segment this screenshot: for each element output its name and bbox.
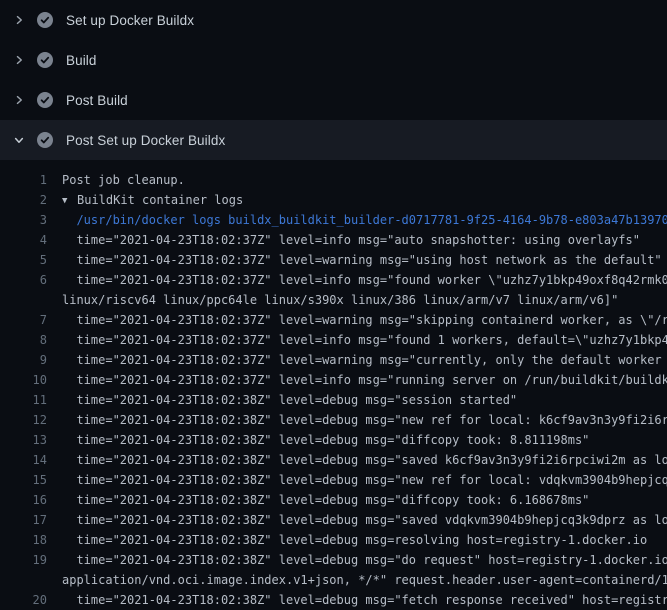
chevron-right-icon xyxy=(13,54,25,66)
log-row: 6 time="2021-04-23T18:02:37Z" level=info… xyxy=(0,270,667,290)
log-row: 12 time="2021-04-23T18:02:38Z" level=deb… xyxy=(0,410,667,430)
log-row: 10 time="2021-04-23T18:02:37Z" level=inf… xyxy=(0,370,667,390)
log-text: time="2021-04-23T18:02:38Z" level=debug … xyxy=(62,510,667,530)
line-number[interactable]: 1 xyxy=(0,170,47,190)
line-number[interactable]: 13 xyxy=(0,430,47,450)
chevron-right-icon xyxy=(13,14,25,26)
step-title: Set up Docker Buildx xyxy=(66,13,194,28)
check-circle-icon xyxy=(37,132,53,148)
log-text: linux/riscv64 linux/ppc64le linux/s390x … xyxy=(62,290,618,310)
log-row: 2 ▼BuildKit container logs xyxy=(0,190,667,210)
log-row: 18 time="2021-04-23T18:02:38Z" level=deb… xyxy=(0,530,667,550)
log-text: /usr/bin/docker logs buildx_buildkit_bui… xyxy=(62,210,667,230)
log-text: time="2021-04-23T18:02:38Z" level=debug … xyxy=(62,450,667,470)
log-row: 4 time="2021-04-23T18:02:37Z" level=info… xyxy=(0,230,667,250)
line-number[interactable]: 16 xyxy=(0,490,47,510)
log-text: time="2021-04-23T18:02:38Z" level=debug … xyxy=(62,470,667,490)
line-number[interactable]: 20 xyxy=(0,590,47,610)
log-text: time="2021-04-23T18:02:37Z" level=info m… xyxy=(62,330,667,350)
line-number[interactable]: 12 xyxy=(0,410,47,430)
log-row: linux/riscv64 linux/ppc64le linux/s390x … xyxy=(0,290,667,310)
log-row: 9 time="2021-04-23T18:02:37Z" level=warn… xyxy=(0,350,667,370)
log-text: time="2021-04-23T18:02:37Z" level=warnin… xyxy=(62,350,667,370)
line-number[interactable]: 9 xyxy=(0,350,47,370)
line-number[interactable]: 7 xyxy=(0,310,47,330)
check-circle-icon xyxy=(37,52,53,68)
log-row: 8 time="2021-04-23T18:02:37Z" level=info… xyxy=(0,330,667,350)
log-text: time="2021-04-23T18:02:38Z" level=debug … xyxy=(62,490,589,510)
check-circle-icon xyxy=(37,12,53,28)
line-number[interactable]: 10 xyxy=(0,370,47,390)
step-header-build[interactable]: Build xyxy=(0,40,667,80)
log-text: application/vnd.oci.image.index.v1+json,… xyxy=(62,570,667,590)
log-row: 11 time="2021-04-23T18:02:38Z" level=deb… xyxy=(0,390,667,410)
log-text: time="2021-04-23T18:02:37Z" level=warnin… xyxy=(62,310,667,330)
log-row: 16 time="2021-04-23T18:02:38Z" level=deb… xyxy=(0,490,667,510)
job-steps-list: Set up Docker Buildx Build Post Build xyxy=(0,0,667,160)
log-text: time="2021-04-23T18:02:38Z" level=debug … xyxy=(62,550,667,570)
chevron-right-icon xyxy=(13,94,25,106)
line-number[interactable]: 19 xyxy=(0,550,47,570)
log-text: time="2021-04-23T18:02:37Z" level=info m… xyxy=(62,270,667,290)
line-number[interactable]: 17 xyxy=(0,510,47,530)
log-row: 17 time="2021-04-23T18:02:38Z" level=deb… xyxy=(0,510,667,530)
log-row: 7 time="2021-04-23T18:02:37Z" level=warn… xyxy=(0,310,667,330)
log-text: time="2021-04-23T18:02:38Z" level=debug … xyxy=(62,530,647,550)
log-text: time="2021-04-23T18:02:37Z" level=warnin… xyxy=(62,250,662,270)
log-row: 3 /usr/bin/docker logs buildx_buildkit_b… xyxy=(0,210,667,230)
line-number[interactable]: 4 xyxy=(0,230,47,250)
log-row: 19 time="2021-04-23T18:02:38Z" level=deb… xyxy=(0,550,667,570)
log-row: 15 time="2021-04-23T18:02:38Z" level=deb… xyxy=(0,470,667,490)
line-number[interactable]: 15 xyxy=(0,470,47,490)
chevron-down-icon xyxy=(13,134,25,146)
log-text: Post job cleanup. xyxy=(62,170,185,190)
log-text: time="2021-04-23T18:02:38Z" level=debug … xyxy=(62,410,667,430)
log-text: time="2021-04-23T18:02:37Z" level=info m… xyxy=(62,230,640,250)
log-row: 5 time="2021-04-23T18:02:37Z" level=warn… xyxy=(0,250,667,270)
line-number[interactable]: 6 xyxy=(0,270,47,290)
group-toggle-icon[interactable]: ▼ xyxy=(62,191,77,210)
log-row: 1 Post job cleanup. xyxy=(0,170,667,190)
line-number[interactable]: 18 xyxy=(0,530,47,550)
log-row: application/vnd.oci.image.index.v1+json,… xyxy=(0,570,667,590)
line-number[interactable]: 5 xyxy=(0,250,47,270)
step-title: Post Build xyxy=(66,93,128,108)
log-text[interactable]: ▼BuildKit container logs xyxy=(62,190,243,210)
step-header-post-set-up-docker-buildx[interactable]: Post Set up Docker Buildx xyxy=(0,120,667,160)
log-text: time="2021-04-23T18:02:38Z" level=debug … xyxy=(62,430,589,450)
log-text: time="2021-04-23T18:02:38Z" level=debug … xyxy=(62,390,517,410)
step-header-post-build[interactable]: Post Build xyxy=(0,80,667,120)
line-number[interactable]: 2 xyxy=(0,190,47,210)
log-viewer[interactable]: 1 Post job cleanup. 2 ▼BuildKit containe… xyxy=(0,160,667,610)
step-title: Build xyxy=(66,53,97,68)
log-row: 14 time="2021-04-23T18:02:38Z" level=deb… xyxy=(0,450,667,470)
line-number[interactable]: 11 xyxy=(0,390,47,410)
line-number[interactable]: 8 xyxy=(0,330,47,350)
line-number[interactable]: 3 xyxy=(0,210,47,230)
log-row: 13 time="2021-04-23T18:02:38Z" level=deb… xyxy=(0,430,667,450)
step-title: Post Set up Docker Buildx xyxy=(66,133,225,148)
check-circle-icon xyxy=(37,92,53,108)
log-text: time="2021-04-23T18:02:37Z" level=info m… xyxy=(62,370,667,390)
log-row: 20 time="2021-04-23T18:02:38Z" level=deb… xyxy=(0,590,667,610)
log-text: time="2021-04-23T18:02:38Z" level=debug … xyxy=(62,590,667,610)
step-header-set-up-docker-buildx[interactable]: Set up Docker Buildx xyxy=(0,0,667,40)
line-number[interactable]: 14 xyxy=(0,450,47,470)
